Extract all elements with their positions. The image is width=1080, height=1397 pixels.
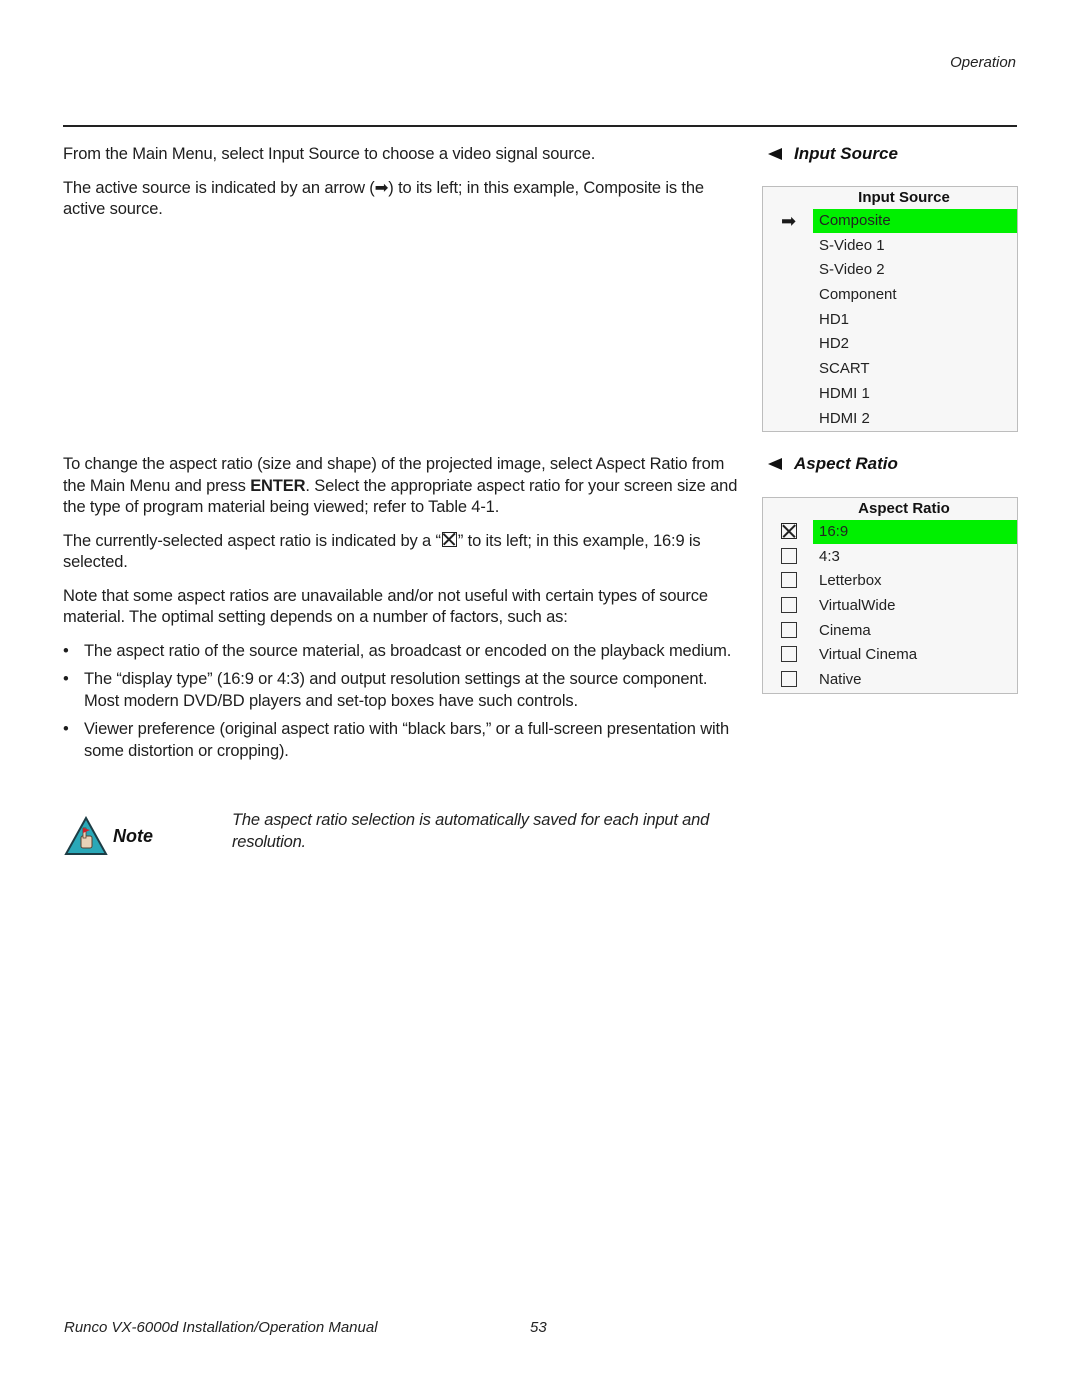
aspect-ratio-menu: Aspect Ratio 16:9 4:3 Letterbox VirtualW… <box>762 497 1018 694</box>
arrow-left-icon <box>768 458 782 470</box>
menu-item-label: HD1 <box>819 310 850 328</box>
menu-item-s-video-2[interactable]: S-Video 2 <box>763 258 1017 283</box>
list-item-text: The aspect ratio of the source material,… <box>84 641 732 660</box>
menu-item-label: HDMI 2 <box>819 409 870 427</box>
unchecked-box-icon <box>781 671 797 688</box>
running-header-section: Operation <box>950 54 1016 71</box>
menu-item-composite[interactable]: ➡ Composite <box>763 209 1017 234</box>
unchecked-box-icon <box>781 646 797 663</box>
menu-item-label: SCART <box>819 360 870 378</box>
menu-item-s-video-1[interactable]: S-Video 1 <box>763 234 1017 259</box>
note-hand-icon <box>64 816 108 855</box>
section-heading-aspect-ratio: Aspect Ratio <box>768 454 898 474</box>
menu-title: Aspect Ratio <box>858 500 950 517</box>
list-item: • Viewer preference (original aspect rati… <box>63 719 743 762</box>
unchecked-box-icon <box>781 572 797 589</box>
menu-item-cinema[interactable]: Cinema <box>763 619 1017 644</box>
paragraph: From the Main Menu, select Input Source … <box>63 145 596 163</box>
list-item-text: The “display type” (16:9 or 4:3) and out… <box>84 670 708 710</box>
section-heading-label: Input Source <box>794 144 898 163</box>
note-label: Note <box>113 826 153 846</box>
menu-item-hd2[interactable]: HD2 <box>763 332 1017 357</box>
list-item: • The aspect ratio of the source material… <box>63 641 743 663</box>
unchecked-box-icon <box>781 597 797 614</box>
list-item-text: Viewer preference (original aspect ratio… <box>84 720 729 760</box>
checked-box-icon <box>781 523 797 539</box>
menu-item-label: HDMI 1 <box>819 384 870 402</box>
menu-item-label: Composite <box>813 209 1017 233</box>
menu-item-label: HD2 <box>819 335 850 353</box>
menu-item-component[interactable]: Component <box>763 283 1017 308</box>
text-run: The currently-selected aspect ratio is i… <box>63 531 441 550</box>
paragraph: The currently-selected aspect ratio is i… <box>63 531 743 574</box>
menu-title: Input Source <box>858 189 950 206</box>
menu-item-label: Cinema <box>819 621 871 639</box>
factors-list: • The aspect ratio of the source material… <box>63 641 743 763</box>
paragraph: The active source is indicated by an arr… <box>63 178 704 219</box>
footer-manual-title: Runco VX-6000d Installation/Operation Ma… <box>64 1319 378 1336</box>
menu-item-4-3[interactable]: 4:3 <box>763 545 1017 570</box>
menu-item-label: S-Video 2 <box>819 261 885 279</box>
note-text: The aspect ratio selection is automatica… <box>232 811 710 851</box>
menu-item-native[interactable]: Native <box>763 668 1017 693</box>
menu-item-label: Letterbox <box>819 572 882 590</box>
header-rule <box>63 125 1017 127</box>
arrow-left-icon <box>768 148 782 160</box>
menu-item-label: VirtualWide <box>819 597 896 615</box>
paragraph: To change the aspect ratio (size and sha… <box>63 454 743 519</box>
unchecked-box-icon <box>781 621 797 638</box>
menu-item-hdmi-2[interactable]: HDMI 2 <box>763 407 1017 432</box>
menu-item-scart[interactable]: SCART <box>763 357 1017 382</box>
list-item: • The “display type” (16:9 or 4:3) and ou… <box>63 669 743 712</box>
section-heading-input-source: Input Source <box>768 144 898 164</box>
section-heading-label: Aspect Ratio <box>794 454 898 473</box>
menu-item-label: 4:3 <box>819 547 840 565</box>
input-source-menu: Input Source ➡ Composite S-Video 1 S-Vid… <box>762 186 1018 433</box>
menu-item-label: S-Video 1 <box>819 236 885 254</box>
menu-item-label: 16:9 <box>813 520 1017 544</box>
bullet-icon: • <box>63 720 69 738</box>
paragraph: Note that some aspect ratios are unavail… <box>63 586 708 627</box>
unchecked-box-icon <box>781 547 797 564</box>
menu-item-hd1[interactable]: HD1 <box>763 308 1017 333</box>
menu-item-hdmi-1[interactable]: HDMI 1 <box>763 382 1017 407</box>
bullet-icon: • <box>63 670 69 688</box>
footer-page-number: 53 <box>530 1319 547 1336</box>
menu-item-virtual-cinema[interactable]: Virtual Cinema <box>763 643 1017 668</box>
active-arrow-icon: ➡ <box>781 211 797 231</box>
menu-item-letterbox[interactable]: Letterbox <box>763 569 1017 594</box>
aspect-ratio-description: To change the aspect ratio (size and sha… <box>63 454 743 769</box>
menu-item-label: Virtual Cinema <box>819 646 918 664</box>
bullet-icon: • <box>63 641 69 660</box>
enter-key-label: ENTER <box>250 476 306 495</box>
menu-item-virtualwide[interactable]: VirtualWide <box>763 594 1017 619</box>
menu-item-16-9[interactable]: 16:9 <box>763 520 1017 545</box>
menu-item-label: Native <box>819 671 862 689</box>
input-source-description: From the Main Menu, select Input Source … <box>63 144 743 233</box>
checked-box-icon <box>441 531 457 547</box>
menu-item-label: Component <box>819 286 897 304</box>
